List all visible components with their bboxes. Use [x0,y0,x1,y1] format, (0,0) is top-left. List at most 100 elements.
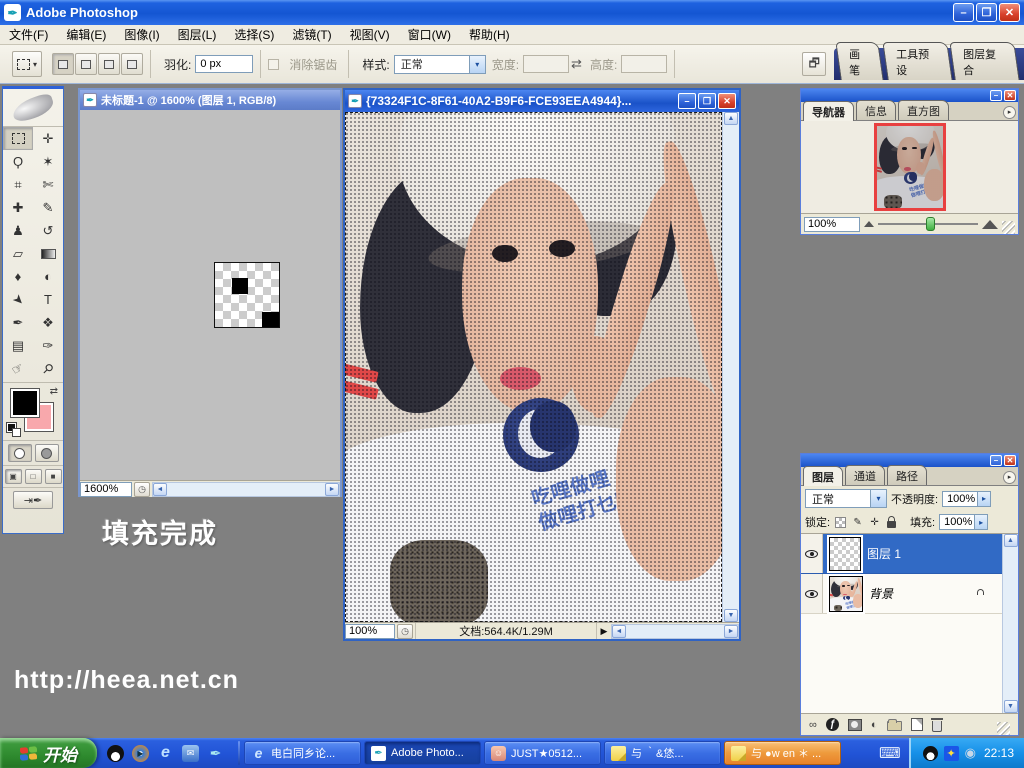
lock-transparency-icon[interactable] [834,516,847,529]
scroll-right-icon[interactable]: ► [724,625,738,638]
layers-scrollbar[interactable]: ▲ ▼ [1002,534,1018,713]
doc2-minimize-button[interactable]: – [678,93,696,109]
scroll-down-icon[interactable]: ▼ [1004,700,1018,713]
tab-channels[interactable]: 通道 [845,465,885,485]
volume-icon[interactable]: ◉ [965,745,976,761]
maximize-button[interactable]: ❐ [976,3,997,22]
scroll-up-icon[interactable]: ▲ [1004,534,1018,547]
palette-minimize-button[interactable]: – [990,455,1002,466]
doc2-titlebar[interactable]: ✒ {73324F1C-8F61-40A2-B9F6-FCE93EEA4944}… [345,90,739,112]
gradient-tool[interactable] [33,242,63,265]
tab-paths[interactable]: 路径 [887,465,927,485]
crop-tool[interactable]: ⌗ [3,173,33,196]
palette-close-button[interactable]: ✕ [1004,455,1016,466]
opacity-input[interactable]: 100% [942,491,978,507]
palette-menu-icon[interactable]: ▸ [1003,471,1016,484]
layer-row-background[interactable]: 吃哩做哩 做哩打乜哩 背景 [801,574,1002,614]
eraser-tool[interactable]: ▱ [3,242,33,265]
swap-colors-icon[interactable]: ⇄ [50,386,58,397]
tab-navigator[interactable]: 导航器 [803,101,854,121]
intersect-selection-button[interactable] [121,53,143,75]
navigator-zoom-input[interactable]: 100% [804,217,860,232]
slice-tool[interactable]: ✄ [33,173,63,196]
opacity-spinner-icon[interactable]: ▸ [978,491,991,507]
menu-view[interactable]: 视图(V) [341,24,399,45]
blend-mode-select[interactable]: 正常 ▾ [805,489,887,508]
scroll-left-icon[interactable]: ◄ [153,483,167,496]
link-layers-icon[interactable]: ∞ [809,719,817,731]
media-player-icon[interactable]: ▶ [132,745,149,762]
background-thumbnail[interactable]: 吃哩做哩 做哩打乜哩 [829,576,863,612]
well-tab-layer-comps[interactable]: 图层复合 [950,42,1020,80]
menu-select[interactable]: 选择(S) [225,24,283,45]
palette-resize-grip[interactable] [997,722,1010,735]
dodge-tool[interactable]: ◐ [33,265,63,288]
brush-tool[interactable]: ✎ [33,196,63,219]
eyedropper-tool[interactable]: ✑ [33,334,63,357]
custom-shape-tool[interactable]: ❖ [33,311,63,334]
zoom-in-icon[interactable] [982,220,998,229]
jump-to-imageready-button[interactable]: ⇥✒ [13,491,53,509]
blur-tool[interactable]: ♦ [3,265,33,288]
menu-window[interactable]: 窗口(W) [399,24,460,45]
new-layer-icon[interactable] [911,718,923,731]
type-tool[interactable]: T [33,288,63,311]
pen-tool[interactable]: ✒ [3,311,33,334]
feather-quicklaunch-icon[interactable]: ✒ [207,745,224,762]
doc2-maximize-button[interactable]: ❐ [698,93,716,109]
doc2-zoom-input[interactable]: 100% [345,624,395,639]
menu-filter[interactable]: 滤镜(T) [283,24,340,45]
menu-edit[interactable]: 编辑(E) [57,24,115,45]
layer1-name[interactable]: 图层 1 [867,545,1002,562]
well-tab-tool-presets[interactable]: 工具预设 [882,42,952,80]
task-qq-chat-1[interactable]: ☺ JUST★0512... [484,741,601,765]
background-name[interactable]: 背景 [869,585,976,602]
notes-tool[interactable]: ▤ [3,334,33,357]
hand-tool[interactable]: ☞ [3,357,33,380]
history-brush-tool[interactable]: ↺ [33,219,63,242]
doc1-zoom-input[interactable]: 1600% [80,482,132,497]
slider-thumb[interactable] [926,217,935,231]
doc2-status-clock-icon[interactable]: ◷ [397,624,413,639]
palette-close-button[interactable]: ✕ [1004,90,1016,101]
delete-layer-icon[interactable] [932,718,942,732]
qq-quicklaunch-icon[interactable] [107,745,124,762]
standard-screen-button[interactable]: ▣ [5,469,22,484]
fullscreen-menubar-button[interactable]: □ [25,469,42,484]
zoom-out-icon[interactable] [864,221,874,227]
palette-minimize-button[interactable]: – [990,90,1002,101]
doc1-titlebar[interactable]: ✒ 未标题-1 @ 1600% (图层 1, RGB/8) [80,90,340,110]
task-qq-chat-flashing[interactable]: 与 ●w en ＊ ... [724,741,841,765]
fill-input[interactable]: 100% [939,514,975,530]
status-menu-arrow-icon[interactable]: ▶ [597,624,611,639]
outlook-express-icon[interactable]: ✉ [182,745,199,762]
navigator-zoom-slider[interactable] [878,217,978,231]
palette-menu-icon[interactable]: ▸ [1003,106,1016,119]
menu-file[interactable]: 文件(F) [0,24,57,45]
adjustment-layer-icon[interactable]: ◐ [871,719,878,731]
tab-info[interactable]: 信息 [856,100,896,120]
healing-brush-tool[interactable]: ✚ [3,196,33,219]
new-group-icon[interactable] [887,718,902,731]
lock-position-icon[interactable]: ✛ [868,516,881,529]
tab-layers[interactable]: 图层 [803,466,843,486]
doc2-horizontal-scrollbar[interactable]: ◄ ► [611,624,739,639]
subtract-selection-button[interactable] [98,53,120,75]
visibility-toggle[interactable] [801,574,823,613]
standard-mode-button[interactable] [8,444,32,462]
palette-resize-grip[interactable] [1002,221,1015,234]
lock-all-icon[interactable] [885,516,898,529]
fill-spinner-icon[interactable]: ▸ [975,514,988,530]
fullscreen-button[interactable]: ■ [45,469,62,484]
doc2-vertical-scrollbar[interactable]: ▲ ▼ [722,112,739,622]
task-qq-chat-2[interactable]: 与 ｀&恷... [604,741,721,765]
internet-explorer-icon[interactable]: e [157,745,174,762]
well-tab-brushes[interactable]: 画笔 [836,42,885,80]
minimize-button[interactable]: – [953,3,974,22]
doc1-transparent-canvas[interactable] [214,262,280,328]
new-selection-button[interactable] [52,53,74,75]
layer1-thumbnail[interactable] [829,537,861,571]
doc1-status-clock-icon[interactable]: ◷ [134,482,150,497]
current-tool-dropdown[interactable]: ▾ [12,51,42,77]
menu-layer[interactable]: 图层(L) [169,24,226,45]
